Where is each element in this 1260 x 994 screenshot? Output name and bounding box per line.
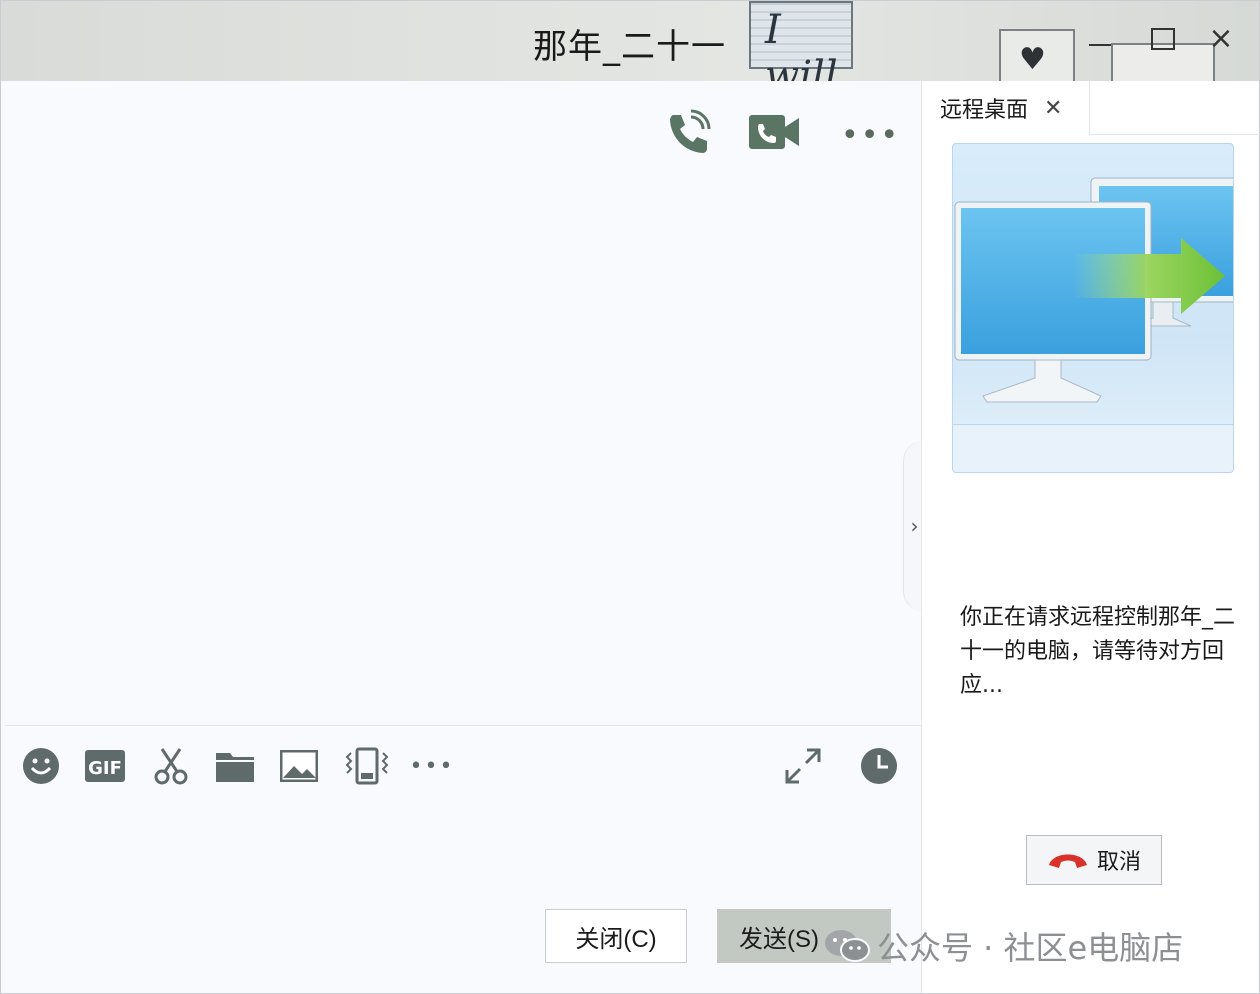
illustration-footer (953, 424, 1233, 472)
status-message: 你正在请求远程控制那年_二十一的电脑，请等待对方回应... (960, 605, 1236, 698)
emoji-icon[interactable] (21, 746, 61, 786)
close-window-button[interactable]: × (1207, 24, 1235, 54)
title-decoration: I will (749, 1, 853, 81)
remote-desktop-illustration (952, 143, 1234, 473)
tab-bar-line (1090, 134, 1260, 135)
cancel-button-label: 取消 (1096, 850, 1141, 875)
history-clock-icon[interactable] (859, 746, 899, 786)
cancel-button[interactable]: 取消 (1026, 835, 1162, 885)
title-decoration-text: I will (765, 7, 838, 81)
more-tools-button[interactable]: ••• (407, 746, 457, 786)
svg-text:GIF: GIF (88, 758, 122, 779)
folder-icon[interactable] (215, 746, 255, 786)
close-chat-button[interactable]: 关闭(C) (545, 909, 687, 963)
monitors-arrow-icon (954, 177, 1233, 403)
remote-desktop-panel: 远程桌面 ✕ 你正在请求远程控制那年_二十一的电脑，请等待对方回应... 取消 (921, 81, 1260, 993)
heart-frame-decoration: ♥ (999, 29, 1075, 81)
input-area[interactable]: GIF ••• 关闭(C) 发送(S) (5, 726, 921, 992)
send-button-label: 发送(S) (739, 925, 819, 953)
hang-up-icon (1048, 854, 1087, 868)
close-icon[interactable]: ✕ (1044, 96, 1062, 121)
message-area: ••• › (5, 81, 925, 725)
video-call-icon[interactable] (749, 115, 799, 153)
scissors-icon[interactable] (151, 746, 191, 786)
phone-icon[interactable] (663, 109, 711, 161)
heart-icon: ♥ (1019, 42, 1046, 77)
wechat-icon (825, 930, 870, 962)
expand-icon[interactable] (783, 746, 823, 786)
maximize-button[interactable] (1149, 25, 1177, 53)
tab-label: 远程桌面 (940, 98, 1029, 123)
gif-icon[interactable]: GIF (85, 746, 125, 786)
more-options-button[interactable]: ••• (841, 121, 900, 151)
watermark: 公众号 · 社区e电脑店 (823, 923, 1183, 969)
chevron-right-icon: › (910, 514, 919, 538)
watermark-text: 公众号 · 社区e电脑店 (877, 929, 1184, 967)
image-icon[interactable] (279, 746, 319, 786)
shake-icon[interactable] (343, 746, 391, 786)
window-title: 那年_二十一 (533, 27, 726, 67)
minimize-button[interactable] (1086, 25, 1114, 53)
chat-window: 那年_二十一 I will ♥ × ••• › GIF ••• 关闭(C) 发送… (0, 0, 1260, 994)
title-bar: 那年_二十一 I will ♥ × (1, 1, 1259, 81)
tab-remote-desktop[interactable]: 远程桌面 ✕ (922, 81, 1090, 135)
